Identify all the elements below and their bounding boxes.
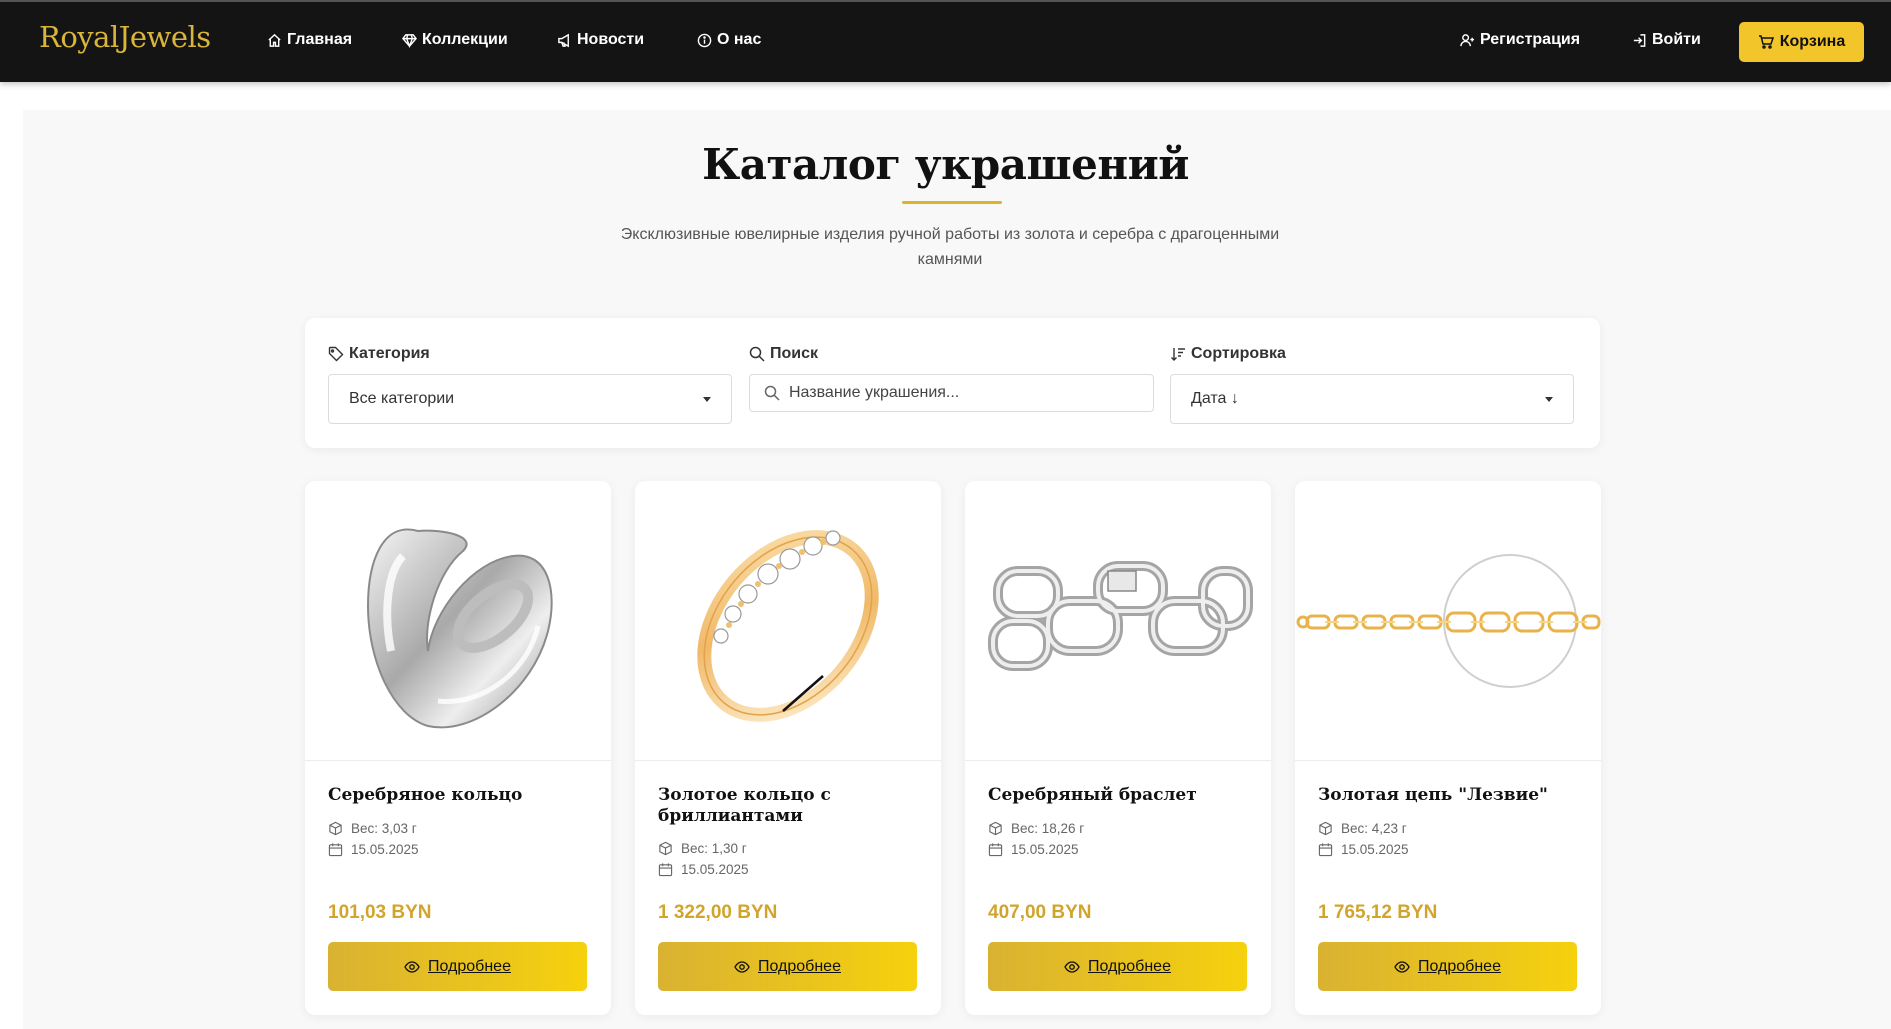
cart-icon bbox=[1758, 35, 1774, 49]
product-price: 1 322,00 BYN bbox=[658, 902, 778, 923]
eye-icon bbox=[734, 960, 750, 973]
login-label: Войти bbox=[1652, 31, 1701, 48]
product-date: 15.05.2025 bbox=[1318, 842, 1409, 857]
sort-icon bbox=[1171, 348, 1185, 361]
top-navbar: RoyalJewels Главная Коллекции Новости О … bbox=[0, 0, 1891, 82]
search-icon bbox=[764, 385, 780, 401]
details-button[interactable]: Подробнее bbox=[1318, 942, 1577, 991]
category-select-value: Все категории bbox=[349, 390, 455, 407]
product-image-silver-ring[interactable] bbox=[305, 481, 611, 761]
user-plus-icon bbox=[1460, 33, 1475, 46]
brand-logo[interactable]: RoyalJewels bbox=[39, 20, 211, 54]
nav-link-about[interactable]: О нас bbox=[697, 31, 761, 49]
box-icon bbox=[329, 821, 342, 836]
product-weight: Вес: 3,03 г bbox=[328, 821, 417, 836]
sort-select[interactable]: Дата ↓ bbox=[1170, 374, 1574, 424]
title-underline bbox=[902, 201, 1002, 204]
login-icon bbox=[1633, 33, 1646, 47]
details-button[interactable]: Подробнее bbox=[328, 942, 587, 991]
product-name[interactable]: Серебряное кольцо bbox=[328, 785, 588, 806]
product-image-silver-bracelet[interactable] bbox=[965, 481, 1271, 761]
nav-link-home[interactable]: Главная bbox=[267, 31, 352, 49]
details-button-label: Подробнее bbox=[1088, 957, 1171, 975]
product-image-gold-chain[interactable] bbox=[1295, 481, 1601, 761]
details-button[interactable]: Подробнее bbox=[988, 942, 1247, 991]
category-select[interactable]: Все категории bbox=[328, 374, 732, 424]
product-weight: Вес: 18,26 г bbox=[988, 821, 1084, 836]
tag-icon bbox=[328, 346, 344, 362]
product-weight: Вес: 4,23 г bbox=[1318, 821, 1407, 836]
nav-link-label: Новости bbox=[577, 31, 645, 48]
product-date: 15.05.2025 bbox=[658, 862, 749, 877]
calendar-icon bbox=[658, 863, 673, 877]
nav-link-label: О нас bbox=[717, 31, 762, 48]
megaphone-icon bbox=[558, 33, 569, 47]
sort-select-value: Дата ↓ bbox=[1191, 390, 1239, 407]
diamond-icon bbox=[402, 33, 417, 48]
filter-panel: Категория Все категории Поиск Сортировка… bbox=[305, 318, 1600, 448]
cart-label: Корзина bbox=[1779, 33, 1846, 50]
search-input[interactable] bbox=[789, 384, 1139, 402]
box-icon bbox=[1319, 821, 1332, 836]
product-image-gold-diamond-ring[interactable] bbox=[635, 481, 941, 761]
calendar-icon bbox=[328, 843, 343, 857]
nav-link-label: Главная bbox=[287, 31, 353, 48]
product-card[interactable]: Золотая цепь "Лезвие" Вес: 4,23 г 15.05.… bbox=[1295, 481, 1601, 1015]
chevron-down-icon bbox=[1545, 397, 1553, 402]
product-name[interactable]: Золотая цепь "Лезвие" bbox=[1318, 785, 1578, 806]
product-price: 101,03 BYN bbox=[328, 902, 432, 923]
nav-link-news[interactable]: Новости bbox=[557, 31, 644, 49]
info-icon bbox=[697, 33, 712, 47]
register-label: Регистрация bbox=[1480, 31, 1581, 48]
home-icon bbox=[268, 33, 281, 47]
eye-icon bbox=[1394, 960, 1410, 973]
product-weight: Вес: 1,30 г bbox=[658, 841, 747, 856]
product-card[interactable]: Золотое кольцо с бриллиантами Вес: 1,30 … bbox=[635, 481, 941, 1015]
product-price: 407,00 BYN bbox=[988, 902, 1092, 923]
product-date: 15.05.2025 bbox=[988, 842, 1079, 857]
box-icon bbox=[989, 821, 1002, 836]
category-filter-label: Категория bbox=[328, 345, 430, 363]
details-button[interactable]: Подробнее bbox=[658, 942, 917, 991]
nav-link-label: Коллекции bbox=[422, 31, 508, 48]
register-link[interactable]: Регистрация bbox=[1460, 31, 1580, 49]
chevron-down-icon bbox=[703, 397, 711, 402]
product-date: 15.05.2025 bbox=[328, 842, 419, 857]
page-subtitle: Эксклюзивные ювелирные изделия ручной ра… bbox=[620, 226, 1280, 268]
eye-icon bbox=[1064, 960, 1080, 973]
product-card[interactable]: Серебряный браслет Вес: 18,26 г 15.05.20… bbox=[965, 481, 1271, 1015]
product-card[interactable]: Серебряное кольцо Вес: 3,03 г 15.05.2025… bbox=[305, 481, 611, 1015]
calendar-icon bbox=[988, 843, 1003, 857]
login-link[interactable]: Войти bbox=[1632, 31, 1701, 49]
search-filter-label: Поиск bbox=[749, 345, 818, 363]
page-title: Каталог украшений bbox=[702, 140, 1189, 189]
box-icon bbox=[659, 841, 672, 856]
eye-icon bbox=[404, 960, 420, 973]
nav-link-collections[interactable]: Коллекции bbox=[402, 31, 508, 49]
calendar-icon bbox=[1318, 843, 1333, 857]
product-name[interactable]: Серебряный браслет bbox=[988, 785, 1248, 806]
cart-button[interactable]: Корзина bbox=[1739, 22, 1864, 62]
search-icon bbox=[749, 346, 765, 362]
product-name[interactable]: Золотое кольцо с бриллиантами bbox=[658, 785, 918, 827]
sort-filter-label: Сортировка bbox=[1170, 345, 1286, 363]
details-button-label: Подробнее bbox=[1418, 957, 1501, 975]
search-field[interactable] bbox=[749, 374, 1154, 412]
details-button-label: Подробнее bbox=[428, 957, 511, 975]
details-button-label: Подробнее bbox=[758, 957, 841, 975]
product-price: 1 765,12 BYN bbox=[1318, 902, 1438, 923]
